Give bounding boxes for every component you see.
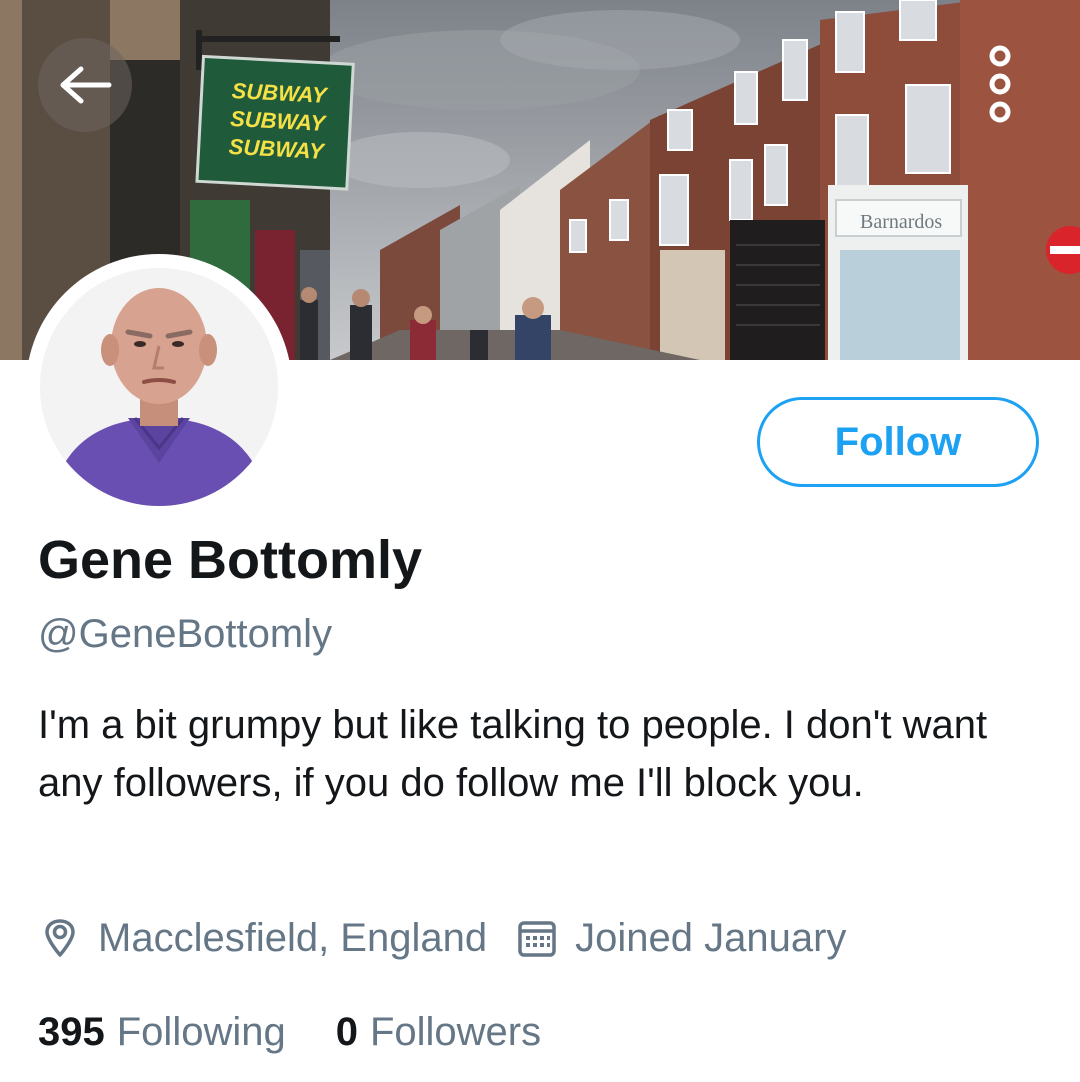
- follow-button[interactable]: Follow: [757, 397, 1039, 487]
- banner-sign-text: SUBWAY: [230, 106, 328, 136]
- more-vertical-icon: [989, 45, 1011, 123]
- followers-label: Followers: [369, 1009, 542, 1054]
- location-pin-icon: [38, 916, 82, 960]
- following-count: 395: [38, 1009, 105, 1054]
- joined-text: Joined January: [575, 915, 847, 960]
- banner-sign-text: Barnardos: [860, 211, 942, 233]
- profile-avatar[interactable]: [26, 254, 292, 520]
- profile-bio: I'm a bit grumpy but like talking to peo…: [38, 703, 988, 805]
- more-options-button[interactable]: [952, 30, 1048, 138]
- username-handle: @GeneBottomly: [38, 612, 333, 656]
- following-label: Following: [116, 1009, 286, 1054]
- followers-link[interactable]: 0 Followers: [336, 1010, 541, 1055]
- back-button[interactable]: [38, 38, 132, 132]
- profile-stats: 395 Following 0 Followers: [38, 1004, 541, 1060]
- avatar-photo: [40, 268, 278, 506]
- joined-item: Joined January: [515, 916, 846, 961]
- calendar-icon: [515, 916, 559, 960]
- followers-count: 0: [335, 1009, 358, 1054]
- location-text: Macclesfield, England: [98, 915, 488, 960]
- banner-sign-text: SUBWAY: [228, 134, 326, 164]
- arrow-left-icon: [60, 66, 112, 104]
- following-link[interactable]: 395 Following: [38, 1010, 286, 1055]
- display-name: Gene Bottomly: [38, 530, 423, 590]
- location-item: Macclesfield, England: [38, 916, 487, 961]
- profile-meta: Macclesfield, England Joined January: [38, 910, 846, 966]
- banner-sign-text: SUBWAY: [231, 78, 329, 108]
